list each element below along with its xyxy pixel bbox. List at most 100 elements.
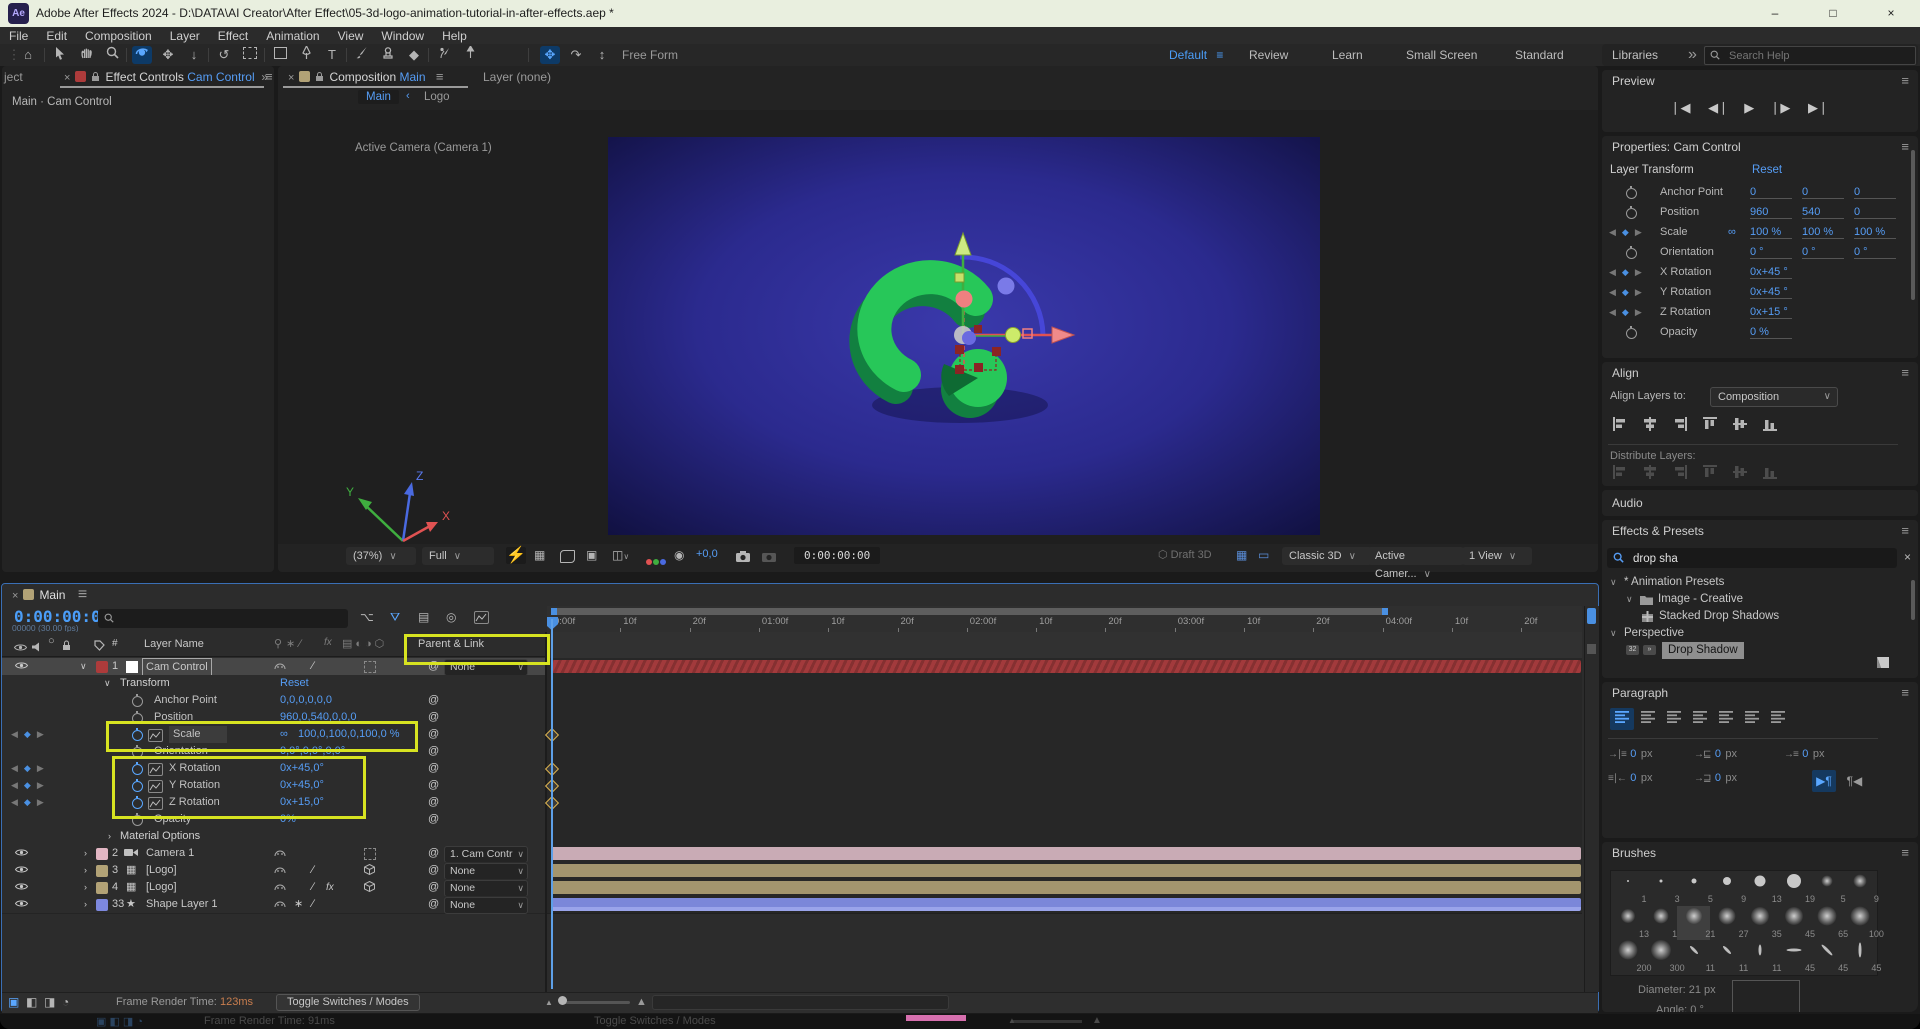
preset-tree-item-stacked-drop-shadows[interactable]: Stacked Drop Shadows bbox=[1602, 608, 1918, 625]
pick-whip-icon[interactable]: @ bbox=[428, 777, 439, 794]
stopwatch-icon[interactable] bbox=[1626, 328, 1637, 339]
diameter-value[interactable]: 21 px bbox=[1689, 984, 1716, 996]
extended-viewer-icon[interactable]: ▭ bbox=[1258, 548, 1269, 562]
keyframe-navigator[interactable]: ◀◆▶ bbox=[8, 726, 47, 743]
comp-timecode[interactable]: 0:00:00:00 bbox=[794, 547, 880, 564]
toggle-render-time-pane-icon[interactable]: ◔ bbox=[62, 995, 69, 1009]
property-value[interactable]: 0x+45 ° bbox=[1750, 286, 1792, 299]
menu-composition[interactable]: Composition bbox=[76, 29, 161, 43]
brush-11-tilt90[interactable]: 11 bbox=[1744, 940, 1777, 974]
property-value[interactable]: 100 % bbox=[1802, 226, 1844, 239]
roto-brush-tool-icon[interactable] bbox=[434, 46, 454, 64]
tab-project-partial[interactable]: ject bbox=[4, 66, 23, 88]
graph-row-transform[interactable] bbox=[547, 675, 1582, 693]
layer-expander-icon[interactable]: › bbox=[84, 896, 87, 913]
distribute-v-top-button[interactable] bbox=[1702, 464, 1718, 485]
brush-3[interactable]: 3 bbox=[1644, 871, 1677, 905]
brush-11-tilt45[interactable]: 11 bbox=[1677, 940, 1710, 974]
dolly-camera-tool-icon[interactable]: ↓ bbox=[184, 46, 204, 64]
effects-search-input[interactable] bbox=[1631, 549, 1875, 568]
close-button[interactable]: × bbox=[1862, 0, 1920, 27]
menu-layer[interactable]: Layer bbox=[161, 29, 209, 43]
work-area-start-handle[interactable] bbox=[551, 608, 557, 615]
brush-27-soft[interactable]: 27 bbox=[1711, 906, 1744, 940]
maximize-button[interactable]: □ bbox=[1804, 0, 1862, 27]
align-h-left-button[interactable] bbox=[1612, 416, 1628, 437]
layer-bar-row-cam-control[interactable] bbox=[547, 658, 1582, 676]
toggle-inout-pane-icon[interactable]: ◨ bbox=[44, 995, 55, 1009]
layer-duration-bar[interactable] bbox=[551, 660, 1581, 673]
orbit-camera-tool-icon[interactable] bbox=[132, 46, 152, 64]
brush-5[interactable]: 5 bbox=[1677, 871, 1710, 905]
shy-switch-icon[interactable] bbox=[274, 880, 286, 897]
eye-icon[interactable] bbox=[15, 863, 28, 880]
brush-13[interactable]: 13 bbox=[1744, 871, 1777, 905]
comp-image[interactable] bbox=[608, 137, 1320, 535]
exposure-value[interactable]: +0,0 bbox=[696, 548, 718, 560]
layer-name-column-header[interactable]: Layer Name bbox=[144, 632, 204, 649]
property-value[interactable]: 0 bbox=[1854, 206, 1896, 219]
shy-switch-icon[interactable] bbox=[274, 863, 286, 880]
brush-5-soft[interactable]: 5 bbox=[1810, 871, 1843, 905]
tab-close-icon[interactable]: × bbox=[12, 590, 18, 602]
panel-menu-icon[interactable]: ≡ bbox=[1901, 70, 1909, 92]
pick-whip-icon[interactable]: @ bbox=[428, 743, 439, 760]
hand-tool-icon[interactable] bbox=[76, 46, 96, 64]
reset-exposure-icon[interactable]: ◉ bbox=[674, 548, 684, 562]
graph-row-opacity[interactable] bbox=[547, 811, 1582, 829]
layer-name[interactable]: Camera 1 bbox=[146, 845, 194, 862]
workspace-review[interactable]: Review bbox=[1249, 44, 1288, 66]
property-value[interactable]: 0 bbox=[1854, 186, 1896, 199]
puppet-pin-tool-icon[interactable] bbox=[460, 46, 480, 64]
distribute-v-center-button[interactable] bbox=[1732, 464, 1748, 485]
fast-preview-icon[interactable]: ⚡ bbox=[506, 547, 526, 564]
gizmo-x-handle[interactable] bbox=[1006, 328, 1021, 343]
view-layout-dropdown[interactable]: 1 View∨ bbox=[1462, 547, 1532, 565]
timeline-property-anchor-point[interactable]: Anchor Point0,0,0,0,0,0@ bbox=[2, 692, 545, 710]
layer-duration-bar[interactable] bbox=[551, 881, 1581, 894]
group-reset-link[interactable]: Reset bbox=[280, 675, 309, 692]
layer-name[interactable]: [Logo] bbox=[146, 879, 177, 896]
play-button[interactable]: ▶ bbox=[1744, 100, 1756, 115]
gizmo-position-mode-icon[interactable]: ✥ bbox=[540, 46, 560, 64]
pick-whip-icon[interactable]: @ bbox=[428, 709, 439, 726]
gizmo-scale-mode-icon[interactable]: ↕ bbox=[592, 46, 612, 64]
stopwatch-icon[interactable] bbox=[1626, 208, 1637, 219]
distribute-h-center-button[interactable] bbox=[1642, 464, 1658, 485]
workspace-menu-icon[interactable]: ≡ bbox=[1216, 48, 1223, 62]
layer-name[interactable]: [Logo] bbox=[146, 862, 177, 879]
layer-duration-bar[interactable] bbox=[551, 864, 1581, 877]
shy-switch-icon[interactable] bbox=[274, 897, 286, 914]
eye-icon[interactable] bbox=[15, 846, 28, 863]
parent-dropdown[interactable]: None∨ bbox=[444, 897, 528, 914]
panel-menu-icon[interactable]: ≡ bbox=[1901, 520, 1909, 542]
brush-1[interactable]: 1 bbox=[1611, 871, 1644, 905]
collapse-switch-icon[interactable]: ∗ bbox=[294, 896, 303, 913]
tab-close-icon[interactable]: × bbox=[64, 72, 70, 84]
distribute-v-bottom-button[interactable] bbox=[1762, 464, 1778, 485]
panel-overflow-icon[interactable]: » bbox=[261, 66, 268, 88]
type-tool-icon[interactable]: T bbox=[322, 46, 342, 64]
property-value[interactable]: 100 % bbox=[1854, 226, 1896, 239]
keyframe-navigator[interactable]: ◀◆▶ bbox=[1606, 304, 1645, 321]
region-of-interest-icon[interactable]: ▣ bbox=[586, 548, 597, 562]
graph-row-position[interactable] bbox=[547, 709, 1582, 727]
workspace-default[interactable]: Default ≡ bbox=[1169, 44, 1223, 66]
field-value[interactable]: 0 bbox=[1802, 748, 1808, 760]
layer-name[interactable]: Shape Layer 1 bbox=[146, 896, 218, 913]
comp-nav-secondary[interactable]: Logo bbox=[420, 90, 454, 104]
home-tool-icon[interactable]: ⌂ bbox=[18, 46, 38, 64]
mask-visibility-icon[interactable] bbox=[560, 550, 575, 563]
pick-whip-icon[interactable]: @ bbox=[428, 726, 439, 743]
minimize-button[interactable]: – bbox=[1746, 0, 1804, 27]
workspace-learn[interactable]: Learn bbox=[1332, 44, 1363, 66]
menu-window[interactable]: Window bbox=[372, 29, 433, 43]
menu-file[interactable]: File bbox=[0, 29, 37, 43]
panel-menu-icon[interactable]: ≡ bbox=[436, 69, 444, 84]
graph-editor-icon[interactable] bbox=[474, 610, 489, 624]
graph-row-scale[interactable] bbox=[547, 726, 1582, 744]
link-dimensions-icon[interactable]: ∞ bbox=[1728, 224, 1736, 241]
work-area-bar[interactable] bbox=[551, 608, 1388, 615]
pick-whip-icon[interactable]: @ bbox=[428, 760, 439, 777]
stopwatch-icon[interactable] bbox=[132, 696, 143, 707]
